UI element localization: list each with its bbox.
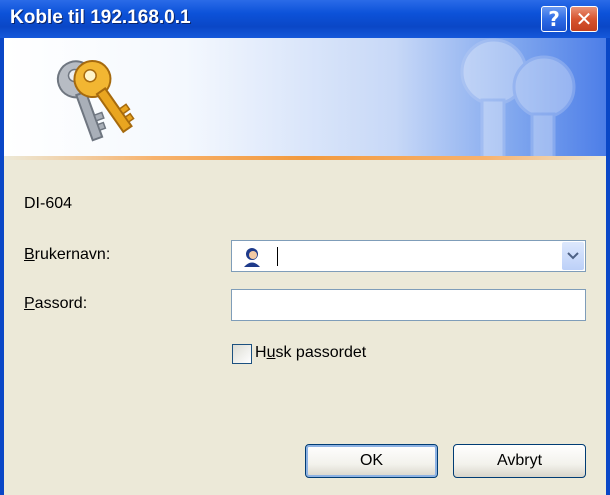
cancel-button[interactable]: Avbryt xyxy=(453,444,586,478)
username-label-text: rukernavn: xyxy=(34,246,111,263)
password-label: Passord: xyxy=(24,295,87,313)
password-label-text: assord: xyxy=(34,295,88,312)
password-field[interactable] xyxy=(231,289,586,321)
ok-button[interactable]: OK xyxy=(305,444,438,478)
user-icon xyxy=(242,247,262,267)
help-icon: ? xyxy=(548,7,560,31)
password-mnemonic: P xyxy=(24,295,35,312)
help-button[interactable]: ? xyxy=(541,6,567,32)
window-title: Koble til 192.168.0.1 xyxy=(10,7,191,28)
close-icon: ✕ xyxy=(575,7,593,31)
remember-label-before: H xyxy=(255,344,267,361)
text-caret xyxy=(277,247,278,266)
keys-watermark-icon xyxy=(460,38,576,156)
device-name: DI-604 xyxy=(24,195,73,212)
close-button[interactable]: ✕ xyxy=(570,6,598,32)
banner-accent-line xyxy=(4,156,606,160)
keys-icon xyxy=(56,60,135,142)
username-dropdown-button[interactable] xyxy=(562,242,584,270)
username-combobox[interactable] xyxy=(231,240,586,272)
remember-label-after: sk passordet xyxy=(275,344,367,361)
remember-password-checkbox[interactable] xyxy=(232,344,252,364)
title-bar[interactable]: Koble til 192.168.0.1 ? ✕ xyxy=(0,0,610,38)
remember-password-label[interactable]: Husk passordet xyxy=(255,344,366,362)
username-mnemonic: B xyxy=(24,246,35,263)
window-frame-right xyxy=(606,38,610,495)
chevron-down-icon xyxy=(567,252,579,260)
username-label: Brukernavn: xyxy=(24,246,110,264)
banner xyxy=(4,38,606,156)
